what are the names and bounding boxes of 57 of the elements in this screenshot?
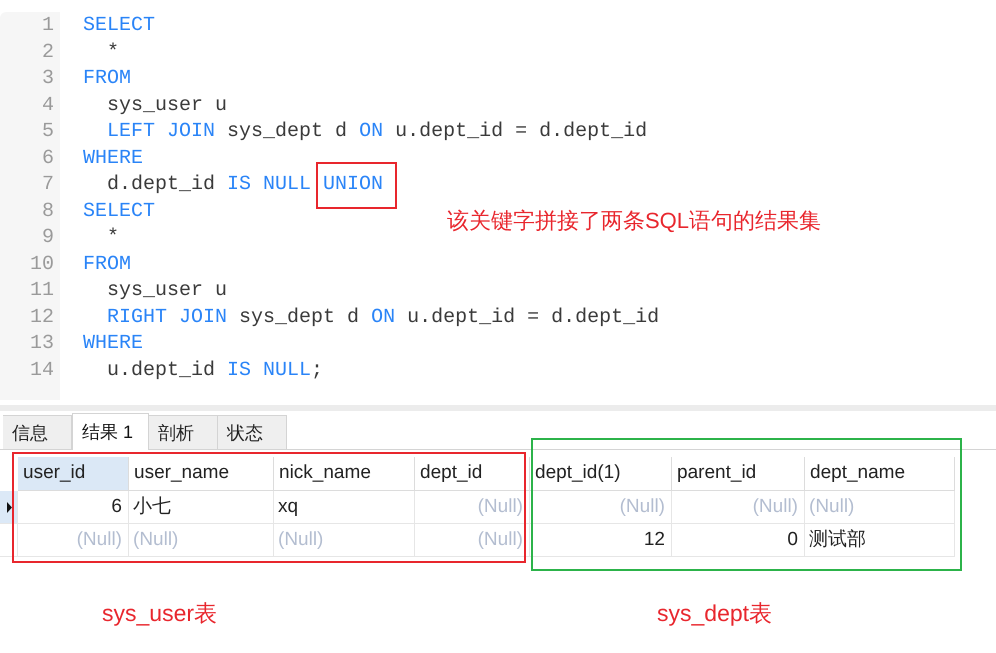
code-line: * xyxy=(106,40,120,64)
line-number: 8 xyxy=(42,198,54,224)
code-line: u.dept_id IS NULL; xyxy=(106,358,324,382)
line-number: 4 xyxy=(42,92,54,118)
table-cell: (Null) xyxy=(129,524,274,557)
table-cell: (Null) xyxy=(672,491,805,524)
result-tab[interactable]: 结果 1 xyxy=(72,413,149,450)
table-caption: sys_user表 xyxy=(102,600,218,626)
column-header[interactable]: nick_name xyxy=(274,457,415,491)
line-number: 10 xyxy=(30,252,54,278)
line-number: 9 xyxy=(42,225,54,251)
line-number: 3 xyxy=(42,66,54,92)
table-cell: (Null) xyxy=(530,491,672,524)
table-cell: (Null) xyxy=(415,524,530,557)
code-line: LEFT JOIN sys_dept d ON u.dept_id = d.dept_id xyxy=(106,120,648,143)
line-number: 14 xyxy=(30,358,54,384)
table-cell: (Null) xyxy=(18,524,129,557)
code-line: FROM xyxy=(83,67,132,90)
line-number: 7 xyxy=(42,172,54,198)
code-line: SELECT xyxy=(83,14,156,37)
table-cell: 12 xyxy=(530,524,672,557)
column-header[interactable]: dept_id(1) xyxy=(530,457,672,491)
code-line: WHERE xyxy=(83,146,144,170)
table-cell: xq xyxy=(274,491,415,524)
table-cell: (Null) xyxy=(274,524,415,557)
code-line: FROM xyxy=(83,252,132,276)
column-header[interactable]: user_name xyxy=(129,457,274,491)
code-line: WHERE xyxy=(83,332,144,355)
table-cell: (Null) xyxy=(805,491,955,524)
line-number: 13 xyxy=(30,331,54,357)
table-cell: 小七 xyxy=(129,491,274,524)
table-cell: 0 xyxy=(672,524,805,557)
row-pointer-icon xyxy=(7,502,12,512)
annotation-note: 该关键字拼接了两条SQL语句的结果集 xyxy=(447,207,822,235)
code-line: sys_user u xyxy=(106,94,228,116)
code-line: SELECT xyxy=(83,200,156,222)
code-line: RIGHT JOIN sys_dept d ON u.dept_id = d.dept_id xyxy=(106,306,660,328)
table-cell: (Null) xyxy=(415,491,530,524)
table-cell: 6 xyxy=(18,491,129,524)
table-caption: sys_dept表 xyxy=(657,600,772,626)
column-header[interactable]: dept_id xyxy=(415,457,530,491)
line-number: 11 xyxy=(30,278,54,304)
line-number: 1 xyxy=(42,13,54,39)
line-number: 2 xyxy=(42,40,54,66)
code-line: d.dept_id IS NULL UNION xyxy=(106,173,384,196)
code-line: sys_user u xyxy=(106,279,228,302)
code-line: * xyxy=(106,226,120,249)
result-tab[interactable]: 信息 xyxy=(3,415,72,449)
column-header[interactable]: dept_name xyxy=(805,457,955,491)
result-tab[interactable]: 状态 xyxy=(218,415,287,449)
column-header[interactable]: user_id xyxy=(18,457,129,491)
line-number: 12 xyxy=(30,304,54,330)
column-header[interactable]: parent_id xyxy=(672,457,805,491)
result-tab[interactable]: 剖析 xyxy=(149,415,218,449)
line-number: 6 xyxy=(42,146,54,172)
line-number: 5 xyxy=(42,119,54,145)
table-cell: 测试部 xyxy=(805,524,955,557)
